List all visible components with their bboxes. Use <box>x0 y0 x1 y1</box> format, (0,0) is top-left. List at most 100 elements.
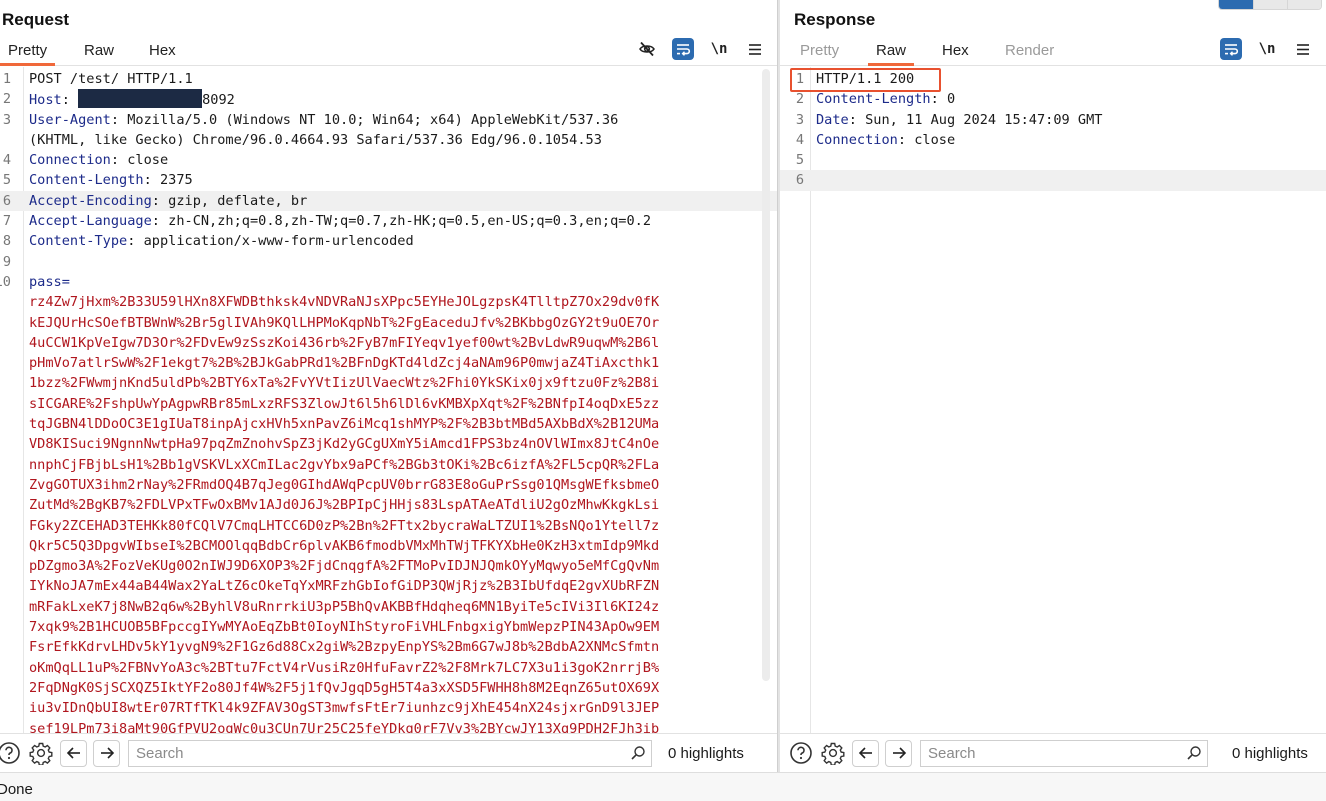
previous-match-button[interactable] <box>60 739 87 767</box>
request-search-field[interactable] <box>128 739 652 767</box>
code-line: pHmVo7atlrSwW%2F1ekgt7%2B%2BJkGabPRd1%2B… <box>0 353 778 373</box>
code-line: sef19LPm73i8aMt90GfPVU2ogWc0u3CUn7Ur25C2… <box>0 719 778 734</box>
code-line: 2 Host: 8092 <box>0 89 778 109</box>
line-number: 2 <box>795 91 805 108</box>
line-number: 8 <box>2 233 11 250</box>
code-line: 1 POST /test/ HTTP/1.1 <box>0 69 778 89</box>
request-editor[interactable]: 1 POST /test/ HTTP/1.1 2 Host: 8092 3 User-Ag… <box>0 67 778 733</box>
body-value-line: rz4Zw7jHxm%2B33U59lHXn8XFWDBthksk4vNDVRa… <box>29 294 660 311</box>
body-value-line: ZvgGOTUX3ihm2rNay%2FRmdOQ4B7qJeg0GIhdAWq… <box>29 476 660 493</box>
body-value-line: FGky2ZCEHAD3TEHKk80fCQlV7CmqLHTCC6D0zP%2… <box>29 517 660 534</box>
request-tab-hex[interactable]: Hex <box>149 42 176 59</box>
word-wrap-icon[interactable] <box>672 38 694 60</box>
code-line: 4 Connection: close <box>780 130 1326 150</box>
body-value-line: IYkNoJA7mEx44aB44Wax2YaLtZ6cOkeTqYxMRFzh… <box>29 578 660 595</box>
eye-off-icon[interactable] <box>636 38 658 60</box>
code-line: 4uCCW1KpVeIgw7D3Or%2FDvEw9zSszKoi436rb%2… <box>0 333 778 353</box>
help-icon[interactable] <box>788 740 814 766</box>
word-wrap-icon[interactable] <box>1220 38 1242 60</box>
code-line: 1bzz%2FWwmjnKnd5uldPb%2BTY6xTa%2FvYVtIiz… <box>0 373 778 393</box>
code-line: 3 User-Agent: Mozilla/5.0 (Windows NT 10.… <box>0 110 778 130</box>
line-number: 1 <box>2 71 11 87</box>
redacted-host-block <box>78 89 203 109</box>
response-toolbar: \n <box>1220 37 1314 61</box>
line-number: 10 <box>0 273 11 290</box>
header-name: Content-Length <box>29 172 144 189</box>
line-content: POST /test/ HTTP/1.1 <box>29 69 193 89</box>
response-tab-hex[interactable]: Hex <box>942 42 969 59</box>
line-content: Content-Length: 0 <box>816 91 956 108</box>
line-number: 5 <box>2 172 11 189</box>
request-search-input[interactable] <box>129 741 625 765</box>
line-content: Date: Sun, 11 Aug 2024 15:47:09 GMT <box>816 111 1103 128</box>
layout-tabs-button[interactable] <box>1287 0 1321 9</box>
settings-gear-icon[interactable] <box>28 740 54 766</box>
line-content: (KHTML, like Gecko) Chrome/96.0.4664.93 … <box>29 130 602 150</box>
body-value-line: 4uCCW1KpVeIgw7D3Or%2FDvEw9zSszKoi436rb%2… <box>29 334 660 351</box>
line-content: pass= <box>29 272 70 292</box>
previous-match-button[interactable] <box>852 739 879 767</box>
body-value-line: 2FqDNgK0SjSCXQZ5IktYF2o80Jf4W%2F5j1fQvJg… <box>29 679 660 696</box>
body-value-line: kEJQUrHcSOefBTBWnW%2Br5glIVAh9KQlLHPMoKq… <box>29 314 660 331</box>
response-editor[interactable]: 1 HTTP/1.1 200 2 Content-Length: 0 3 Date: Su… <box>780 67 1326 733</box>
header-value: close <box>127 152 169 169</box>
header-value: Mozilla/5.0 (Windows NT 10.0; Win64; x64… <box>127 111 619 128</box>
line-content: Accept-Language: zh-CN,zh;q=0.8,zh-TW;q=… <box>29 213 652 230</box>
code-line: 4 Connection: close <box>0 150 778 170</box>
response-tab-pretty[interactable]: Pretty <box>800 42 839 59</box>
response-tab-raw[interactable]: Raw <box>867 42 915 66</box>
code-line: 6 Accept-Encoding: gzip, deflate, br <box>0 190 778 212</box>
request-scrollbar[interactable] <box>762 69 770 681</box>
line-number: 3 <box>2 111 11 128</box>
code-line: tqJGBN4lDDoOC3E1gIUaT8inpAjcxHVh5xnPavZ6… <box>0 414 778 434</box>
response-tab-render[interactable]: Render <box>1005 42 1054 59</box>
code-line: 3 Date: Sun, 11 Aug 2024 15:47:09 GMT <box>780 110 1326 130</box>
search-icon[interactable] <box>625 745 651 761</box>
code-line: 9 <box>0 252 778 272</box>
body-value-line: tqJGBN4lDDoOC3E1gIUaT8inpAjcxHVh5xnPavZ6… <box>29 416 660 433</box>
code-line: 7 Accept-Language: zh-CN,zh;q=0.8,zh-TW;q… <box>0 211 778 231</box>
code-line: 7xqk9%2B1HCUOB5BFpccgIYwMYAoEqZbBt0IoyNI… <box>0 617 778 637</box>
request-pane: Request Pretty Raw Hex \n 1 POST /test/ H… <box>0 0 778 772</box>
request-tab-raw[interactable]: Raw <box>84 42 114 59</box>
header-name: Connection <box>29 152 111 169</box>
request-highlights-count: 0 highlights <box>668 744 744 762</box>
line-number: 2 <box>2 91 11 108</box>
header-value: Sun, 11 Aug 2024 15:47:09 GMT <box>865 111 1103 128</box>
code-line: ZvgGOTUX3ihm2rNay%2FRmdOQ4B7qJeg0GIhdAWq… <box>0 475 778 495</box>
newline-icon[interactable]: \n <box>708 38 730 60</box>
body-value-line: mRFakLxeK7j8NwB2q6w%2ByhlV8uRnrrkiU3pP5B… <box>29 598 660 615</box>
code-line: rz4Zw7jHxm%2B33U59lHXn8XFWDBthksk4vNDVRa… <box>0 292 778 312</box>
settings-gear-icon[interactable] <box>820 740 846 766</box>
body-param-name: pass= <box>29 273 70 290</box>
request-lines: 1 POST /test/ HTTP/1.1 2 Host: 8092 3 User-Ag… <box>0 69 778 733</box>
help-icon[interactable] <box>0 740 22 766</box>
request-search-bar: 0 highlights <box>0 733 778 772</box>
code-line: nnphCjFBjbLsH1%2Bb1gVSKVLxXCmILac2gvYbx9… <box>0 455 778 475</box>
line-number: 3 <box>795 111 805 128</box>
response-search-field[interactable] <box>920 739 1208 767</box>
menu-icon[interactable] <box>744 38 766 60</box>
newline-icon[interactable]: \n <box>1256 38 1278 60</box>
response-search-input[interactable] <box>921 741 1181 765</box>
status-line-highlight-box <box>790 68 941 92</box>
next-match-button[interactable] <box>885 739 912 767</box>
next-match-button[interactable] <box>93 739 120 767</box>
request-tab-pretty[interactable]: Pretty <box>0 42 56 66</box>
line-content: Content-Length: 2375 <box>29 172 193 189</box>
search-icon[interactable] <box>1181 745 1207 761</box>
line-number: 4 <box>2 152 11 169</box>
code-line: Qkr5C5Q3DpgvWIbseI%2BCMOOlqqBdbCr6plvAKB… <box>0 536 778 556</box>
code-line: VD8KISuci9NgnnNwtpHa97pqZmZnohvSpZ3jKd2y… <box>0 434 778 454</box>
response-pane: Response Pretty Raw Hex Render \n 1 HTTP/… <box>780 0 1326 772</box>
menu-icon[interactable] <box>1292 38 1314 60</box>
layout-side-by-side-button[interactable] <box>1219 0 1253 9</box>
layout-top-bottom-button[interactable] <box>1253 0 1287 9</box>
burp-repeater-view: Request Pretty Raw Hex \n 1 POST /test/ H… <box>0 0 1326 801</box>
code-line: 6 <box>780 170 1326 191</box>
header-value: close <box>914 131 956 148</box>
code-line: 5 <box>780 150 1326 170</box>
line-text: (KHTML, like Gecko) Chrome/96.0.4664.93 … <box>29 131 602 148</box>
line-number: 6 <box>2 192 11 209</box>
code-line: kEJQUrHcSOefBTBWnW%2Br5glIVAh9KQlLHPMoKq… <box>0 313 778 333</box>
